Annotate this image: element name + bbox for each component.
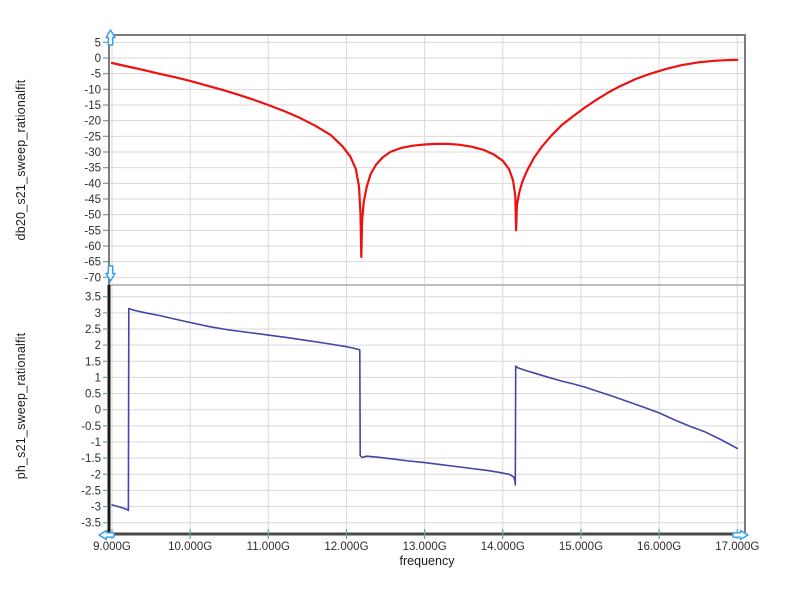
y-tick-label: 3.5 [85, 292, 101, 304]
rectangular-plot-figure: 5 0 -5 -10 -15 -20 -25 -30 -35 -40 -45 -50 -55 -60 -65… [0, 0, 792, 600]
y-tick-label: -20 [84, 116, 101, 128]
plot-frame [107, 34, 746, 536]
x-tick-label: 17.000G [715, 541, 759, 553]
y-axis-title-db20: db20_s21_sweep_rationalfit [14, 79, 28, 241]
x-tick-label: 10.000G [168, 541, 212, 553]
y-tick-label: -2.5 [81, 485, 101, 497]
y-tick-label: -10 [84, 84, 101, 96]
y-tick-label: -35 [84, 163, 101, 175]
plot-canvas: 50-5-10-15-20-25-30-35-40-45-50-55-60-65… [81, 29, 759, 553]
y-tick-label: -25 [84, 131, 101, 143]
y-tick-label: -50 [84, 210, 101, 222]
y-tick-label: 0 [95, 405, 101, 417]
y-tick-label: -5 [91, 69, 101, 81]
y-tick-label: -1.5 [81, 453, 101, 465]
y-tick-label: 0.5 [85, 389, 101, 401]
gridlines [110, 36, 744, 532]
x-tick-label: 15.000G [559, 541, 603, 553]
y-axis-title-phase: ph_s21_sweep_rationalfit [14, 332, 28, 480]
x-tick-label: 14.000G [481, 541, 525, 553]
y-tick-label: -40 [84, 178, 101, 190]
y-tick-label: -2 [91, 469, 101, 481]
y-tick-label: -65 [84, 257, 101, 269]
x-tick-label: 12.000G [324, 541, 368, 553]
y-tick-label: 0 [95, 53, 101, 65]
x-tick-label: 13.000G [403, 541, 447, 553]
y-tick-label: -30 [84, 147, 101, 159]
y-tick-label: 5 [95, 37, 101, 49]
y-tick-label: -70 [84, 272, 101, 284]
y-tick-label: 1.5 [85, 356, 101, 368]
y-tick-label: -45 [84, 194, 101, 206]
y-tick-label: -3.5 [81, 518, 101, 530]
y-tick-label: 3 [95, 308, 101, 320]
y-tick-label: -60 [84, 241, 101, 253]
y-tick-label: 2 [95, 340, 101, 352]
y-tick-label: 2.5 [85, 324, 101, 336]
tick-labels: 50-5-10-15-20-25-30-35-40-45-50-55-60-65… [81, 37, 759, 553]
y-axis-scale-down-handle-icon[interactable] [105, 265, 116, 282]
y-tick-label: -55 [84, 225, 101, 237]
tick-marks [103, 41, 738, 539]
y-tick-label: -0.5 [81, 421, 101, 433]
x-tick-label: 11.000G [247, 541, 290, 553]
y-tick-label: -15 [84, 100, 101, 112]
y-tick-label: -3 [91, 502, 101, 514]
x-axis-title: frequency [399, 554, 455, 568]
y-tick-label: 1 [95, 372, 101, 384]
y-tick-label: -1 [91, 437, 101, 449]
x-tick-label: 16.000G [637, 541, 681, 553]
x-tick-label: 9.000G [93, 541, 131, 553]
